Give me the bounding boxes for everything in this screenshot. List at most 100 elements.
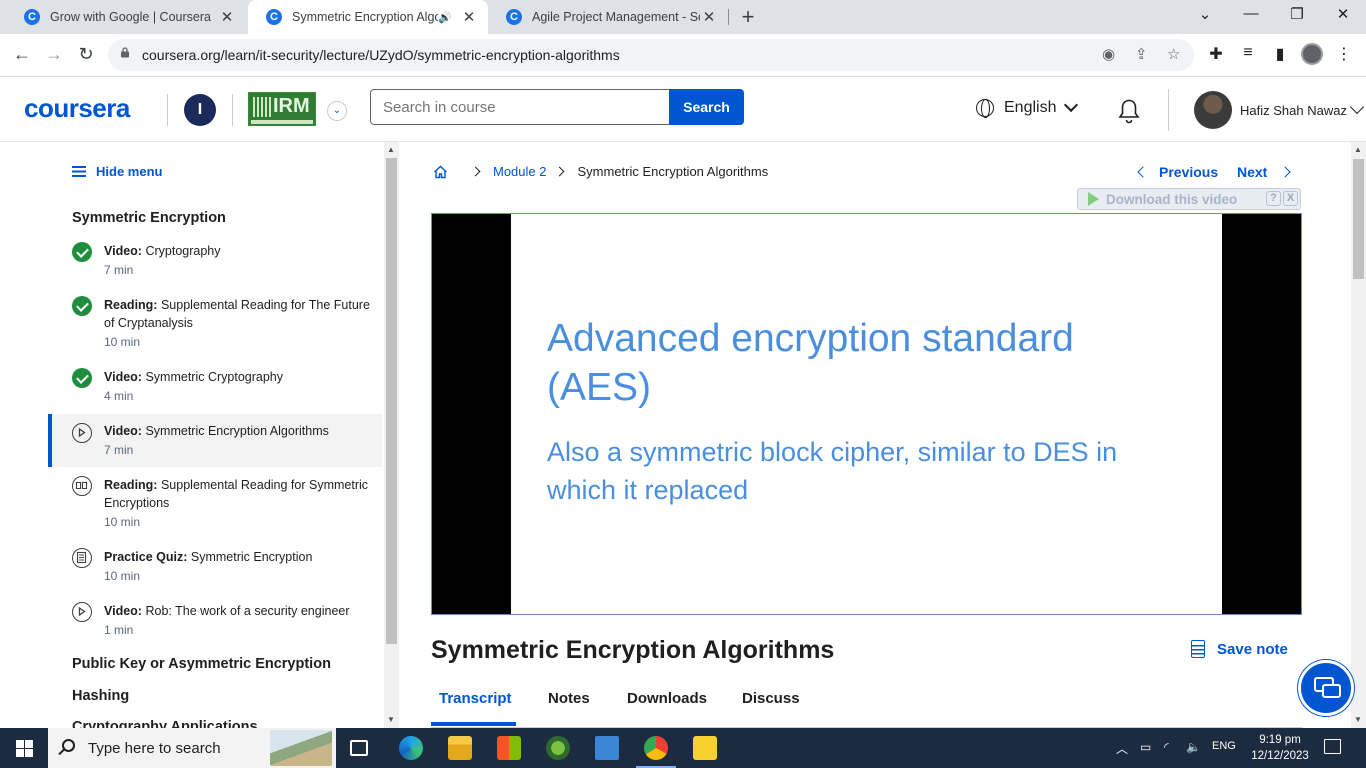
scroll-down-arrow-icon[interactable]: ▼	[387, 715, 395, 724]
outline-item[interactable]: Video: Symmetric Cryptography 4 min	[48, 368, 382, 408]
wifi-icon[interactable]: ◜	[1164, 740, 1169, 754]
tab-transcript[interactable]: Transcript	[439, 690, 512, 707]
outline-item[interactable]: Video: Cryptography 7 min	[48, 242, 382, 282]
browser-tab-active[interactable]: C Symmetric Encryption Algori 🔊 ✕	[248, 0, 488, 34]
org-switcher-chevron-icon[interactable]: ⌄	[327, 101, 347, 121]
browser-tab[interactable]: C Grow with Google | Coursera ✕	[6, 0, 246, 34]
edge-browser-icon[interactable]	[399, 736, 423, 760]
scroll-up-arrow-icon[interactable]: ▲	[387, 145, 395, 154]
url-text[interactable]: coursera.org/learn/it-security/lecture/U…	[142, 47, 620, 63]
outline-item-current[interactable]: Video: Symmetric Encryption Algorithms 7…	[48, 414, 382, 467]
browser-tab-strip: C Grow with Google | Coursera ✕ C Symmet…	[0, 0, 1366, 34]
clock-time: 9:19 pm	[1259, 734, 1301, 746]
network-app-icon[interactable]	[546, 736, 570, 760]
tab-discuss[interactable]: Discuss	[742, 690, 800, 707]
video-player[interactable]: Advanced encryption standard (AES) Also …	[431, 213, 1302, 615]
search-button[interactable]: Search	[669, 89, 744, 125]
volume-icon[interactable]: 🔈	[1186, 740, 1201, 754]
download-video-bar[interactable]: Download this video ? X	[1077, 188, 1301, 210]
task-view-icon[interactable]	[350, 740, 368, 756]
section-title[interactable]: Hashing	[72, 688, 129, 704]
irm-logo[interactable]: IRM	[248, 92, 316, 126]
user-name[interactable]: Hafiz Shah Nawaz	[1240, 103, 1347, 118]
new-tab-icon[interactable]: +	[736, 4, 760, 30]
close-tab-icon[interactable]: ✕	[700, 8, 718, 26]
mail-icon[interactable]	[595, 736, 619, 760]
lock-icon[interactable]	[120, 47, 130, 58]
close-icon[interactable]: X	[1283, 191, 1298, 206]
item-title: Symmetric Cryptography	[145, 370, 284, 384]
share-icon[interactable]: ⇪	[1135, 45, 1148, 63]
outline-item[interactable]: Reading: Supplemental Reading for The Fu…	[48, 296, 382, 352]
scroll-up-arrow-icon[interactable]: ▲	[1354, 145, 1362, 154]
restore-icon[interactable]: ❐	[1282, 5, 1312, 23]
item-duration: 7 min	[104, 443, 134, 457]
home-icon[interactable]	[433, 165, 448, 179]
media-control-icon[interactable]: ≡	[1237, 44, 1259, 62]
close-window-icon[interactable]: ✕	[1328, 5, 1358, 23]
chrome-menu-icon[interactable]: ⋮	[1333, 44, 1355, 64]
page-scrollbar[interactable]: ▲ ▼	[1351, 142, 1366, 728]
org-initial-badge[interactable]: I	[184, 94, 216, 126]
tab-notes[interactable]: Notes	[548, 690, 590, 707]
taskbar-search-box[interactable]: Type here to search	[48, 728, 336, 768]
file-explorer-icon[interactable]	[448, 736, 472, 760]
tray-overflow-chevron-icon[interactable]: ︿	[1116, 740, 1128, 757]
close-tab-icon[interactable]: ✕	[218, 8, 236, 26]
sidebar-scrollbar[interactable]: ▲ ▼	[384, 142, 399, 728]
sticky-notes-icon[interactable]	[693, 736, 717, 760]
chevron-down-icon	[1064, 97, 1079, 113]
page-scroll-thumb[interactable]	[1353, 159, 1364, 279]
section-title[interactable]: Cryptography Applications	[72, 719, 258, 728]
audio-playing-icon[interactable]: 🔊	[438, 11, 452, 24]
tab-downloads[interactable]: Downloads	[627, 690, 707, 707]
chrome-taskbar-icon[interactable]	[636, 736, 676, 768]
breadcrumb-module-link[interactable]: Module 2	[493, 164, 546, 179]
section-title[interactable]: Public Key or Asymmetric Encryption	[72, 656, 331, 672]
language-selector[interactable]: English	[976, 97, 1079, 118]
active-tab-indicator	[431, 722, 516, 726]
extensions-icon[interactable]: ✚	[1205, 44, 1227, 64]
forward-icon[interactable]: →	[43, 44, 65, 65]
item-type: Reading:	[104, 478, 158, 492]
item-type: Practice Quiz:	[104, 550, 188, 564]
user-menu-chevron-icon[interactable]	[1349, 99, 1365, 115]
hide-menu-label: Hide menu	[96, 164, 163, 179]
input-language-indicator[interactable]: ENG	[1212, 740, 1236, 752]
save-note-button[interactable]: Save note	[1191, 640, 1288, 658]
outline-item[interactable]: Video: Rob: The work of a security engin…	[48, 602, 382, 642]
tab-search-chevron-icon[interactable]: ⌄	[1190, 5, 1220, 23]
chat-support-button[interactable]	[1298, 660, 1354, 716]
back-icon[interactable]: ←	[11, 44, 33, 65]
browser-tab[interactable]: C Agile Project Management - Scr ✕	[488, 0, 728, 34]
windows-start-icon[interactable]	[16, 740, 33, 757]
item-title: Rob: The work of a security engineer	[145, 604, 350, 618]
scroll-down-arrow-icon[interactable]: ▼	[1354, 715, 1362, 724]
previous-button[interactable]: Previous	[1137, 164, 1218, 180]
help-icon[interactable]: ?	[1266, 191, 1281, 206]
outline-item[interactable]: Reading: Supplemental Reading for Symmet…	[48, 476, 382, 532]
hide-menu-button[interactable]: Hide menu	[72, 164, 162, 179]
star-icon[interactable]: ☆	[1167, 45, 1180, 63]
coursera-logo[interactable]: coursera	[24, 93, 130, 124]
user-avatar[interactable]	[1194, 91, 1232, 129]
reload-icon[interactable]: ↻	[75, 44, 97, 65]
microsoft-store-icon[interactable]	[497, 736, 521, 760]
battery-icon[interactable]: ▭	[1140, 740, 1151, 754]
minimize-icon[interactable]: —	[1236, 5, 1266, 22]
download-video-label[interactable]: Download this video	[1106, 192, 1237, 207]
address-bar[interactable]: coursera.org/learn/it-security/lecture/U…	[108, 39, 1194, 71]
close-tab-icon[interactable]: ✕	[460, 8, 478, 26]
next-button[interactable]: Next	[1237, 164, 1292, 180]
section-title-current[interactable]: Symmetric Encryption	[72, 210, 226, 226]
side-panel-icon[interactable]: ▮	[1269, 44, 1291, 64]
course-search-input[interactable]	[370, 89, 670, 125]
profile-icon[interactable]	[1301, 43, 1323, 65]
sidebar-scroll-thumb[interactable]	[386, 158, 397, 644]
item-text: Video: Rob: The work of a security engin…	[104, 602, 370, 620]
notification-center-icon[interactable]	[1324, 739, 1341, 754]
outline-item[interactable]: Practice Quiz: Symmetric Encryption 10 m…	[48, 548, 382, 588]
taskbar-clock[interactable]: 9:19 pm 12/12/2023	[1250, 732, 1310, 764]
notifications-bell-icon[interactable]	[1117, 98, 1141, 124]
eye-icon[interactable]: ◉	[1102, 45, 1115, 63]
